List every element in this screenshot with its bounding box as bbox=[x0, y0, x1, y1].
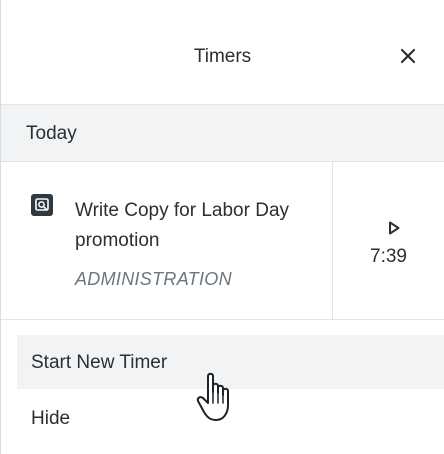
timer-info[interactable]: Write Copy for Labor Day promotion ADMIN… bbox=[1, 162, 333, 319]
start-new-timer-label: Start New Timer bbox=[31, 352, 168, 373]
section-header-today: Today bbox=[1, 105, 444, 162]
start-new-timer-button[interactable]: Start New Timer bbox=[17, 335, 444, 389]
timer-elapsed: 7:39 bbox=[370, 246, 407, 267]
timer-task-title: Write Copy for Labor Day promotion bbox=[75, 200, 290, 251]
timers-panel: Timers Today Write Copy for Labor Day pr… bbox=[0, 0, 444, 454]
close-button[interactable] bbox=[396, 44, 420, 68]
panel-header: Timers bbox=[1, 0, 444, 105]
timer-task-category: ADMINISTRATION bbox=[75, 269, 232, 289]
play-icon bbox=[389, 221, 400, 235]
timer-play-button[interactable]: 7:39 bbox=[333, 162, 444, 319]
hide-button[interactable]: Hide bbox=[17, 392, 444, 446]
close-icon bbox=[400, 48, 416, 64]
hide-label: Hide bbox=[31, 408, 71, 429]
section-label: Today bbox=[26, 123, 77, 144]
panel-title: Timers bbox=[193, 46, 252, 67]
timer-task-icon bbox=[31, 194, 53, 216]
timer-entry: Write Copy for Labor Day promotion ADMIN… bbox=[1, 162, 444, 320]
